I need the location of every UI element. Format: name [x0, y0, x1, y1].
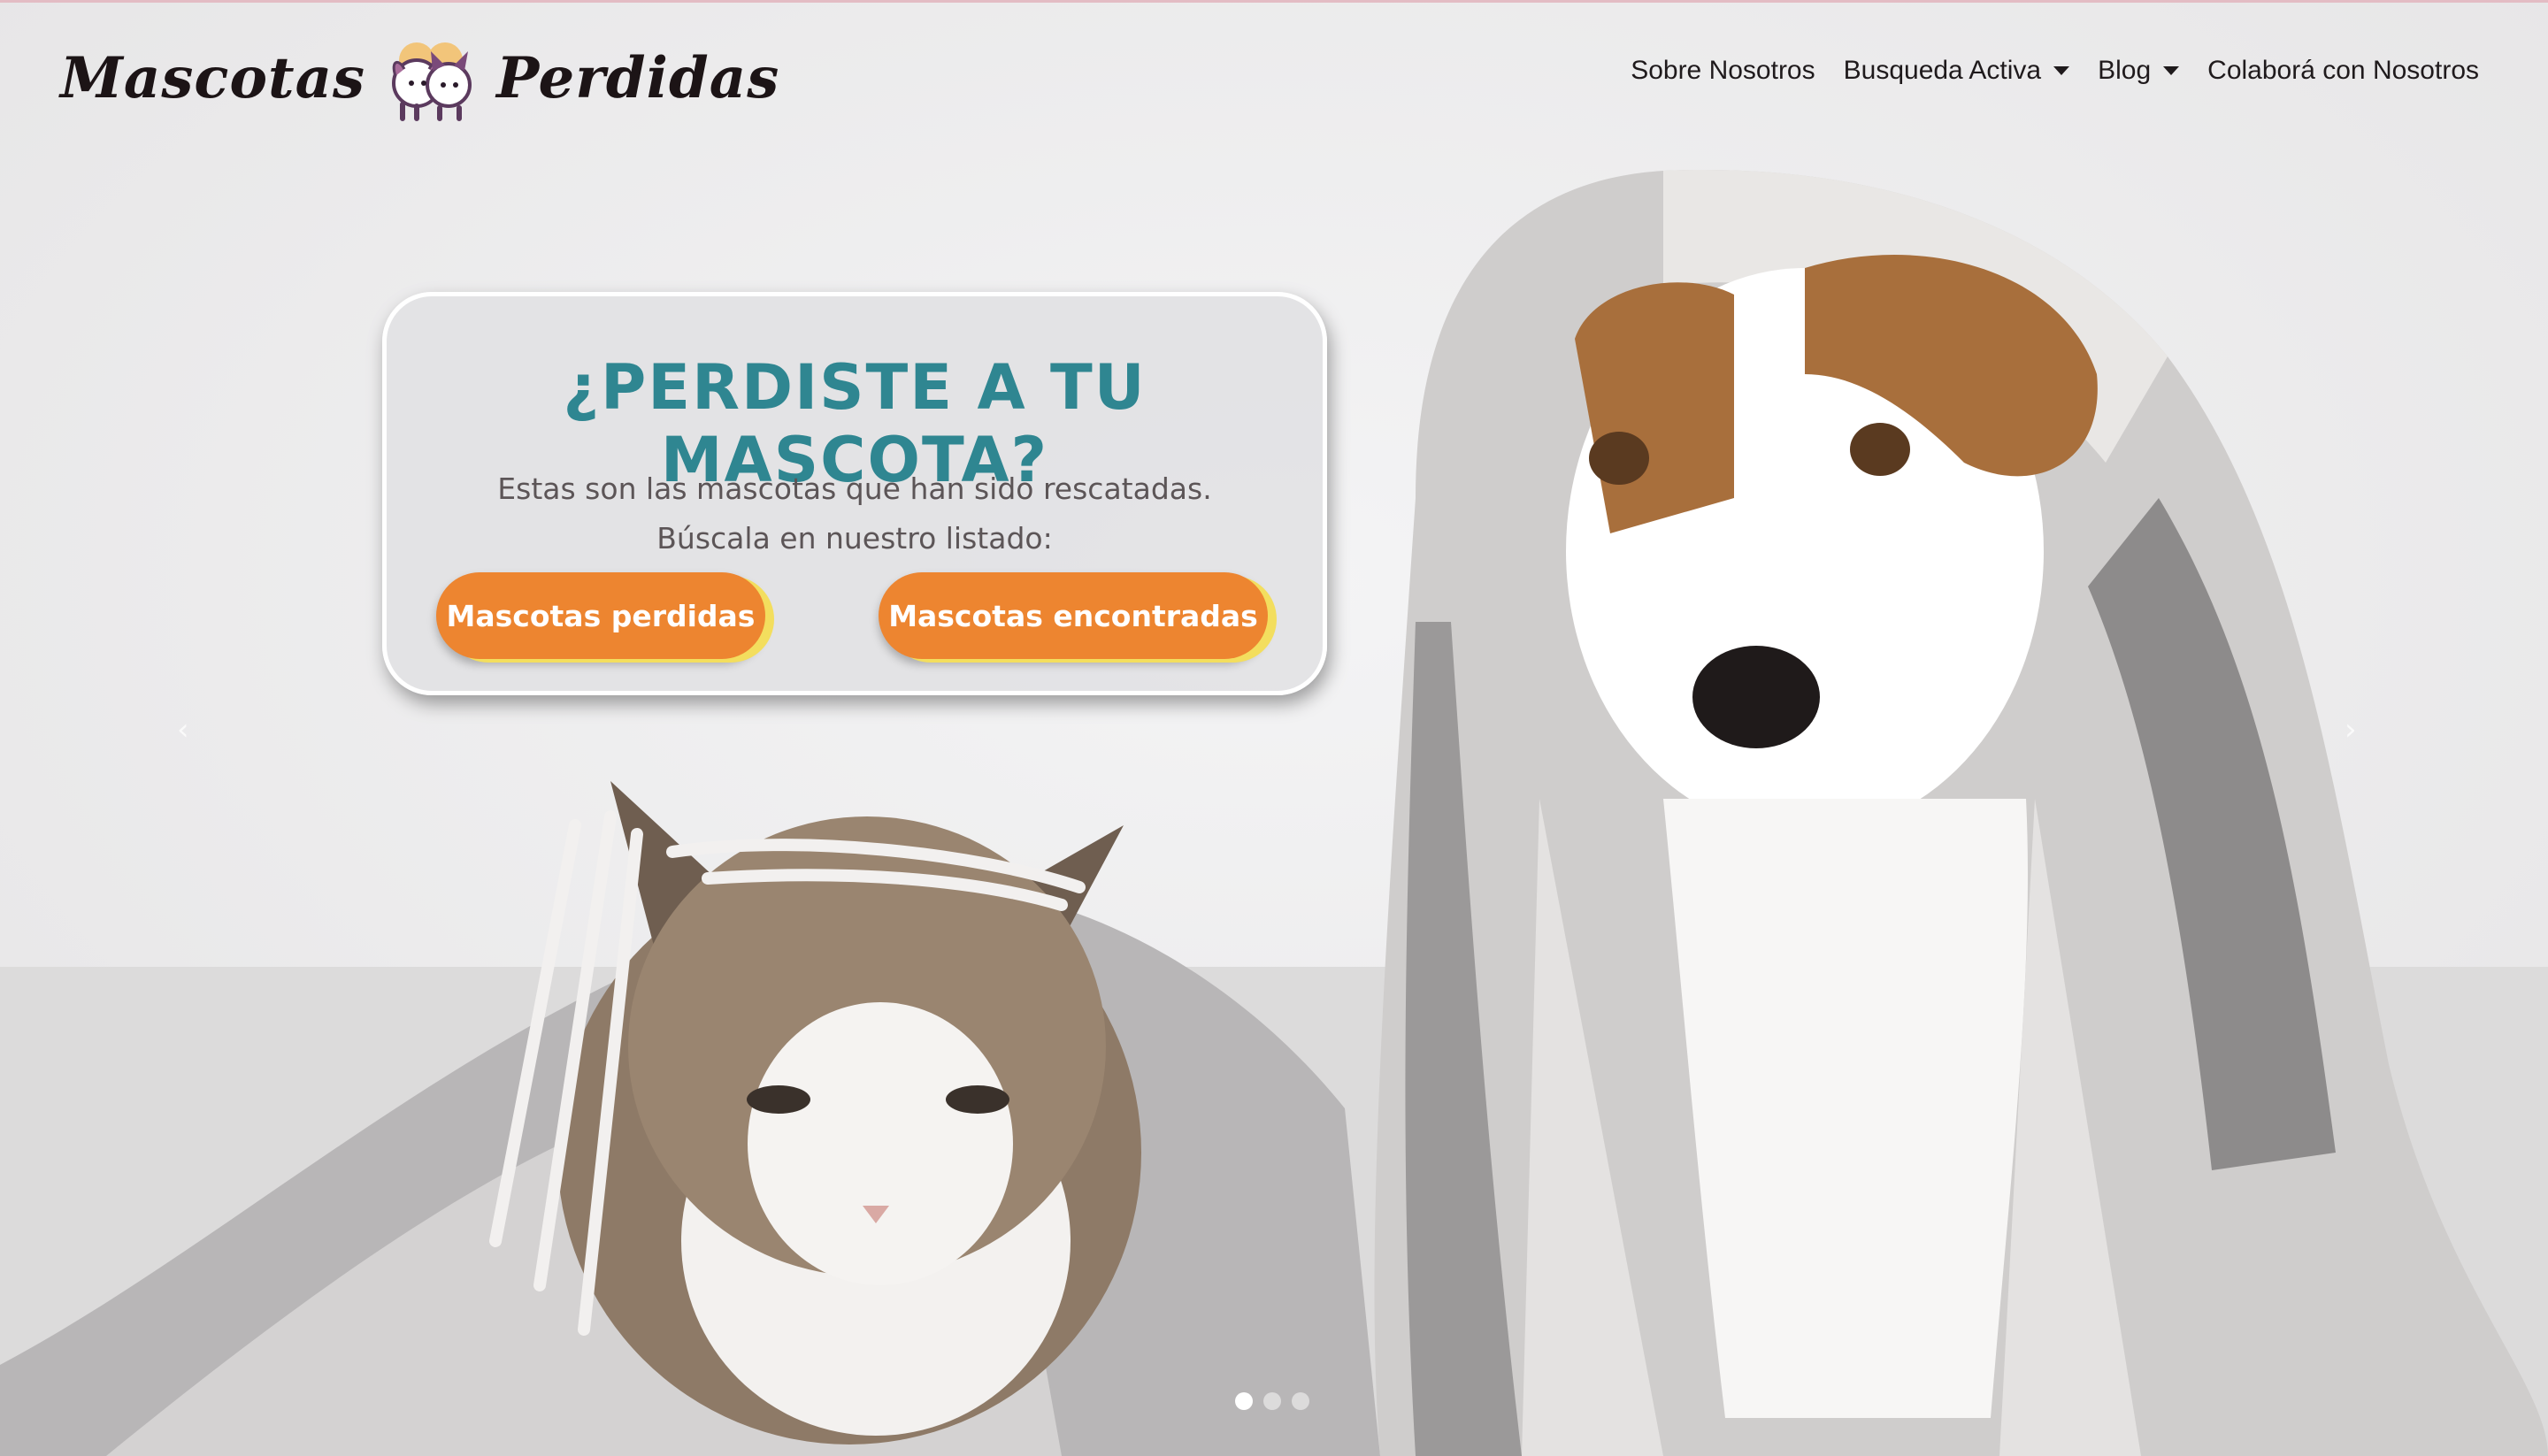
- brand-logo-link[interactable]: Mascotas Perdidas: [60, 29, 779, 126]
- nav-item-busqueda-activa[interactable]: Busqueda Activa: [1844, 56, 2070, 86]
- nav-item-blog[interactable]: Blog: [2098, 56, 2180, 86]
- hero-carousel: [0, 3, 2548, 1456]
- callout-text-line-2: Búscala en nuestro listado:: [656, 521, 1053, 556]
- nav-item-label: Colaborá con Nosotros: [2207, 56, 2479, 85]
- carousel-indicators: [1235, 1392, 1320, 1410]
- hero-photo-cat-and-dog: [0, 3, 2548, 1456]
- carousel-indicator-2[interactable]: [1263, 1392, 1281, 1410]
- nav-menu: Sobre Nosotros Busqueda Activa Blog Cola…: [1602, 56, 2479, 86]
- caret-down-icon: [2163, 66, 2180, 75]
- brand-word-right: Perdidas: [496, 44, 780, 111]
- navbar: Mascotas Perdidas Sobre Nosotros Busqued…: [0, 3, 2548, 144]
- nav-item-colabora[interactable]: Colaborá con Nosotros: [2207, 56, 2479, 86]
- cat-and-dog-logo-icon: [392, 42, 472, 121]
- nav-item-label: Sobre Nosotros: [1631, 56, 1815, 85]
- found-pets-button[interactable]: Mascotas encontradas: [879, 572, 1268, 659]
- chevron-right-icon[interactable]: ›: [2345, 712, 2371, 747]
- callout-text: Estas son las mascotas que han sido resc…: [387, 464, 1323, 563]
- lost-pets-button[interactable]: Mascotas perdidas: [436, 572, 765, 659]
- nav-item-label: Blog: [2098, 56, 2152, 85]
- carousel-indicator-1[interactable]: [1235, 1392, 1253, 1410]
- chevron-left-icon[interactable]: ‹: [177, 712, 203, 747]
- callout-text-line-1: Estas son las mascotas que han sido resc…: [497, 471, 1212, 506]
- lost-pet-callout-card: ¿PERDISTE A TU MASCOTA? Estas son las ma…: [382, 292, 1327, 695]
- carousel-indicator-3[interactable]: [1292, 1392, 1309, 1410]
- nav-item-label: Busqueda Activa: [1843, 56, 2042, 85]
- caret-down-icon: [2053, 66, 2070, 75]
- brand-word-left: Mascotas: [60, 44, 366, 111]
- nav-item-sobre-nosotros[interactable]: Sobre Nosotros: [1631, 56, 1815, 86]
